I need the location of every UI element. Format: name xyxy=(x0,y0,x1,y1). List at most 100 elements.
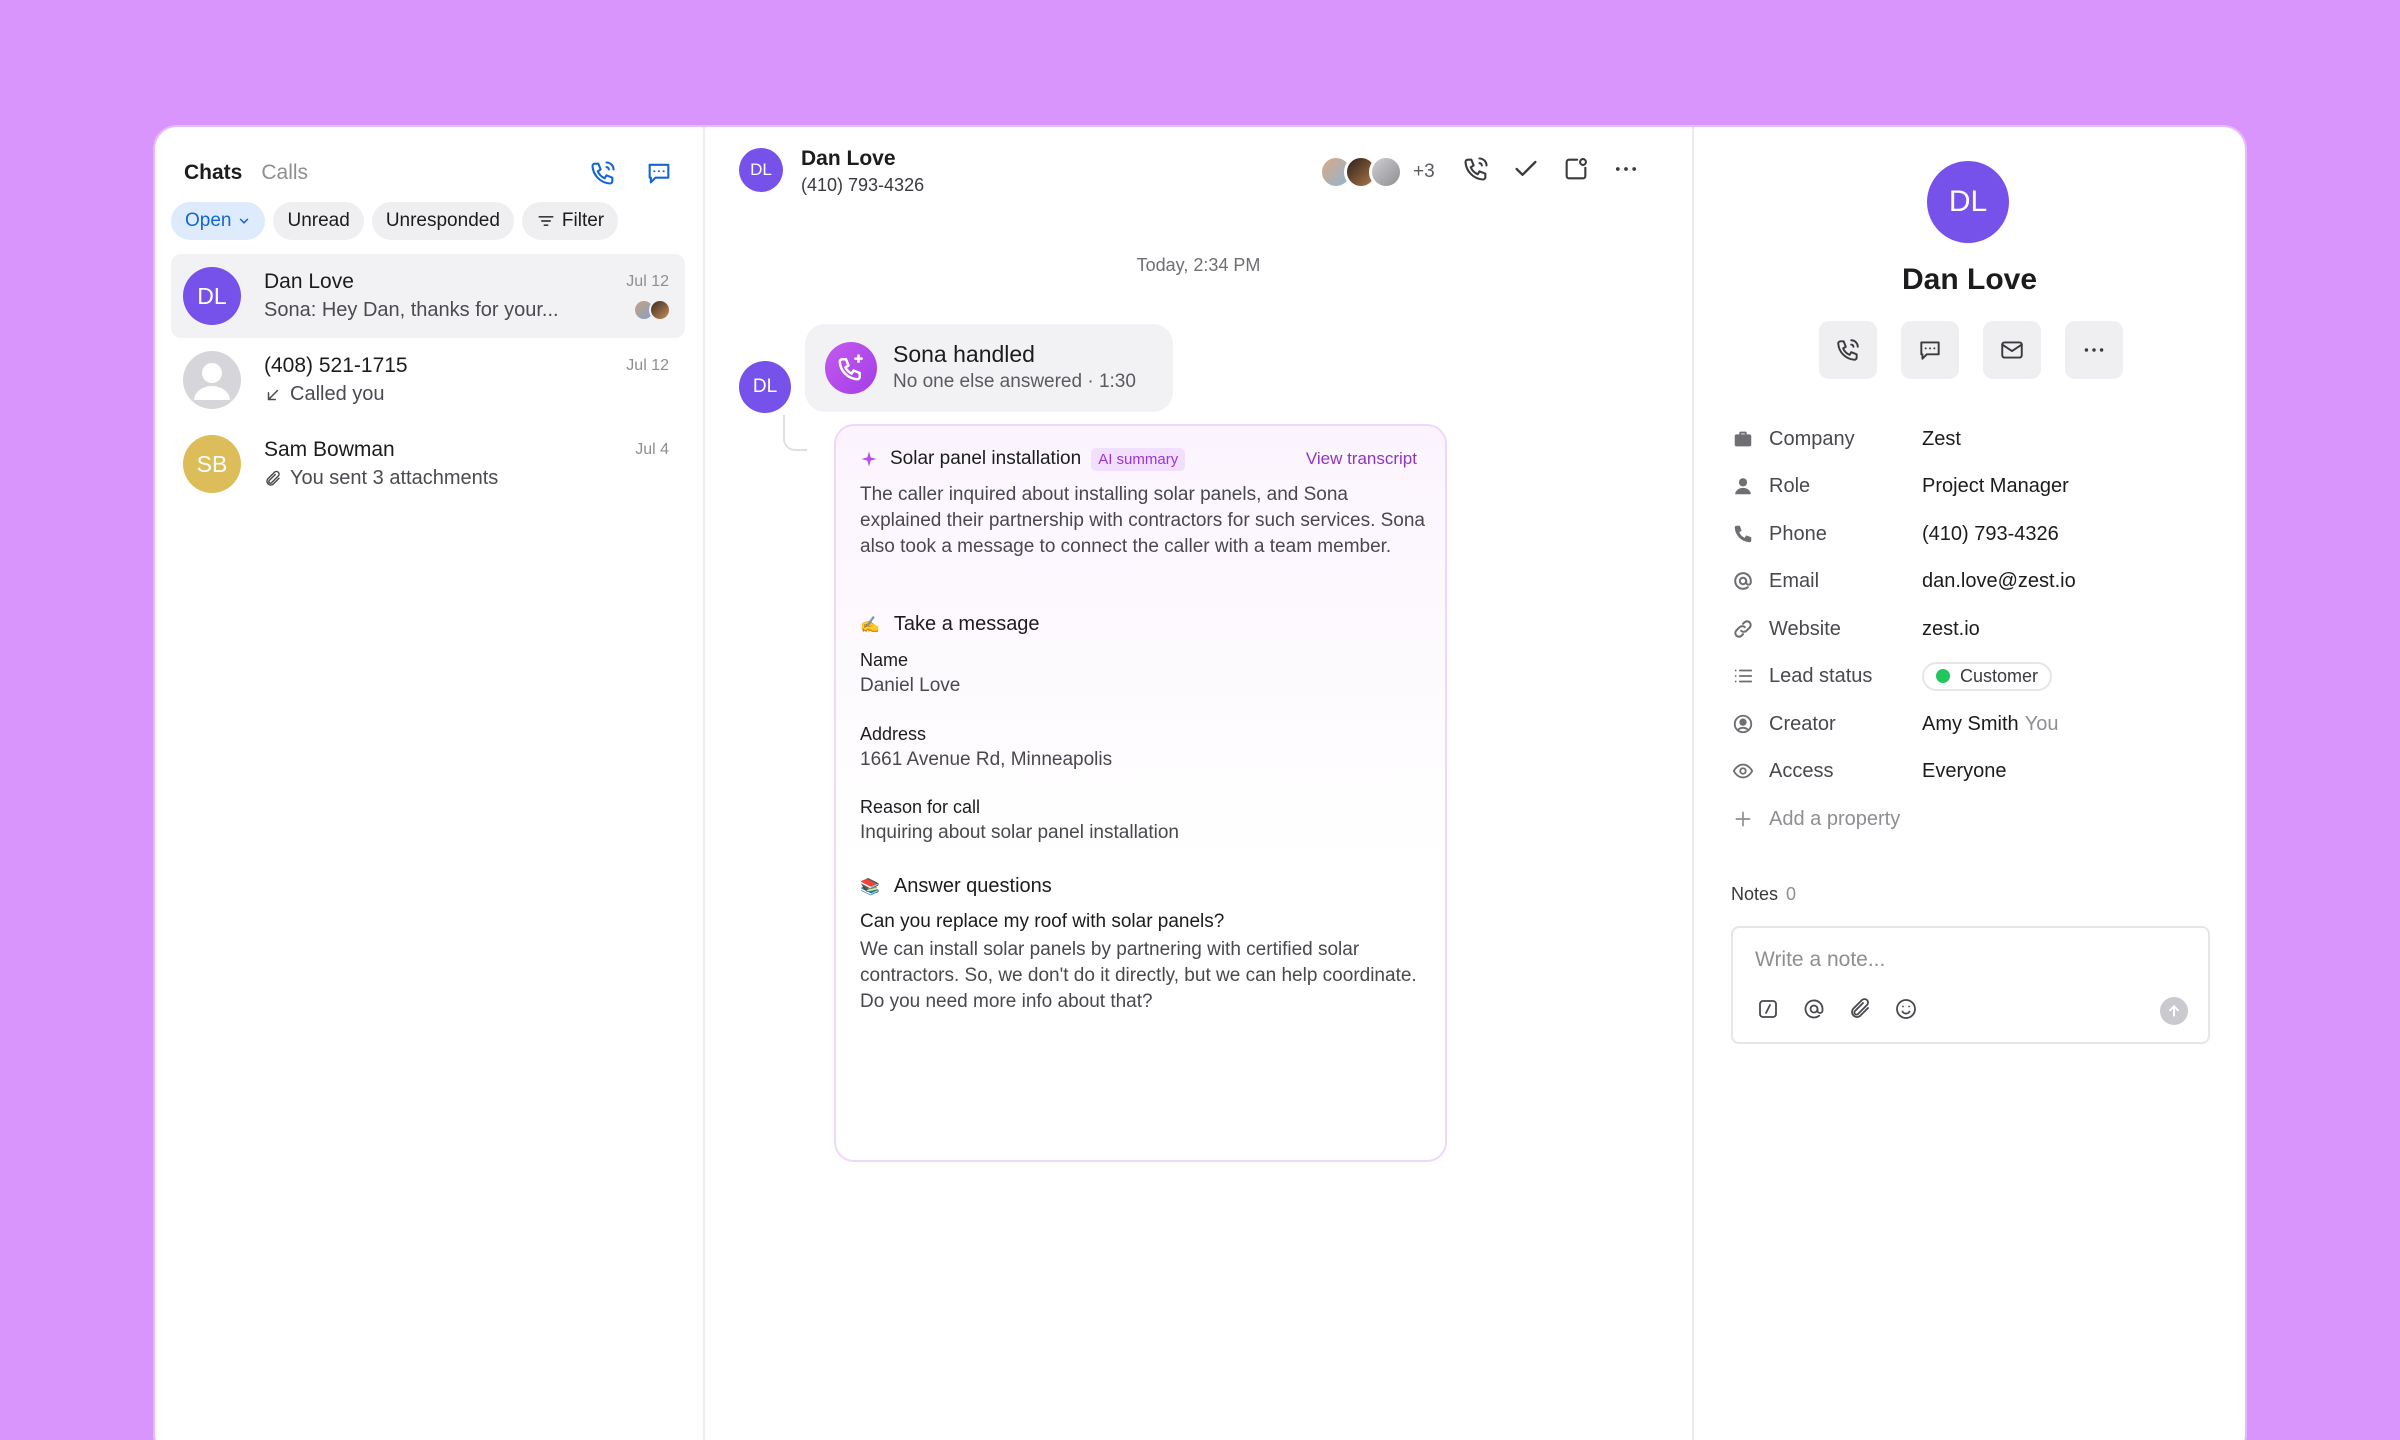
message-timestamp: Today, 2:34 PM xyxy=(1136,255,1261,275)
message-button[interactable] xyxy=(1901,321,1959,379)
phone-icon xyxy=(1731,522,1755,546)
conversation-preview: Called you xyxy=(264,383,385,406)
more-options-icon[interactable] xyxy=(1610,153,1642,185)
tab-calls[interactable]: Calls xyxy=(261,161,308,185)
summary-title: Solar panel installation xyxy=(890,448,1082,469)
conversations-header: Chats Calls xyxy=(184,153,675,193)
chat-contact-name[interactable]: Dan Love xyxy=(801,147,896,171)
slash-command-icon[interactable] xyxy=(1755,996,1781,1022)
summary-header: Solar panel installation AI summary View… xyxy=(860,446,1417,472)
user-circle-icon xyxy=(1731,712,1755,736)
app-window: Chats Calls Open Unread Unresponded Filt… xyxy=(155,127,2245,1440)
handled-subtitle: No one else answered · 1:30 xyxy=(893,371,1136,392)
field-label: Address xyxy=(860,724,927,744)
conversation-item[interactable]: (408) 521-1715 Called you Jul 12 xyxy=(171,338,685,422)
property-value: (410) 793-4326 xyxy=(1922,522,2059,545)
conversation-item[interactable]: SB Sam Bowman You sent 3 attachments Jul… xyxy=(171,422,685,506)
plus-icon xyxy=(1731,807,1755,831)
property-company[interactable]: Company Zest xyxy=(1731,424,2211,454)
property-creator[interactable]: Creator Amy Smith You xyxy=(1731,709,2211,739)
avatar: DL xyxy=(739,361,791,413)
email-button[interactable] xyxy=(1983,321,2041,379)
phone-icon[interactable] xyxy=(587,157,619,189)
property-website[interactable]: Website zest.io xyxy=(1731,614,2211,644)
avatar: DL xyxy=(1927,161,2009,243)
emoji-icon[interactable] xyxy=(1893,996,1919,1022)
person-icon xyxy=(1731,474,1755,498)
add-property-label: Add a property xyxy=(1769,807,1901,830)
sparkle-icon xyxy=(861,451,877,467)
ai-summary-card: Solar panel installation AI summary View… xyxy=(834,424,1447,1162)
note-input[interactable]: Write a note... xyxy=(1755,948,1885,972)
more-button[interactable] xyxy=(2065,321,2123,379)
avatar: SB xyxy=(183,435,241,493)
view-transcript-link[interactable]: View transcript xyxy=(1306,449,1417,469)
at-icon xyxy=(1731,569,1755,593)
participants-stack[interactable]: +3 xyxy=(1319,155,1435,189)
filter-button[interactable]: Filter xyxy=(521,202,619,240)
mention-icon[interactable] xyxy=(1801,996,1827,1022)
participant-avatars xyxy=(633,299,671,321)
note-composer[interactable]: Write a note... xyxy=(1731,926,2210,1044)
arrow-up-icon xyxy=(2169,1005,2179,1017)
call-icon[interactable] xyxy=(1460,153,1492,185)
status-badge[interactable]: Customer xyxy=(1922,661,2053,691)
unresponded-filter[interactable]: Unresponded xyxy=(371,202,514,240)
contact-actions xyxy=(1819,321,2123,379)
note-toolbar xyxy=(1755,996,1919,1022)
eye-icon xyxy=(1731,759,1755,783)
avatar xyxy=(649,299,671,321)
field-value: 1661 Avenue Rd, Minneapolis xyxy=(860,749,1113,770)
conversation-item[interactable]: DL Dan Love Sona: Hey Dan, thanks for yo… xyxy=(171,254,685,338)
checkmark-icon[interactable] xyxy=(1510,153,1542,185)
field-value: Daniel Love xyxy=(860,675,961,696)
notes-heading: Notes 0 xyxy=(1731,884,1796,905)
tab-chats[interactable]: Chats xyxy=(184,161,242,185)
notes-label: Notes xyxy=(1731,884,1779,904)
property-phone[interactable]: Phone (410) 793-4326 xyxy=(1731,519,2211,549)
property-value: Amy Smith xyxy=(1922,712,2019,735)
conversation-preview-text: Called you xyxy=(290,383,385,405)
call-button[interactable] xyxy=(1819,321,1877,379)
take-message-title: Take a message xyxy=(893,613,1040,635)
add-property-button[interactable]: Add a property xyxy=(1731,804,2211,834)
property-role[interactable]: Role Project Manager xyxy=(1731,471,2211,501)
avatar[interactable]: DL xyxy=(739,148,783,192)
chat-header-actions xyxy=(1460,153,1642,185)
status-dot xyxy=(1936,669,1950,683)
contact-panel: DL Dan Love Company Zest Role Project Ma… xyxy=(1694,127,2245,1440)
unread-filter[interactable]: Unread xyxy=(273,202,364,240)
link-icon xyxy=(1731,617,1755,641)
property-access[interactable]: Access Everyone xyxy=(1731,756,2211,786)
paperclip-icon[interactable] xyxy=(1847,996,1873,1022)
open-filter-dropdown[interactable]: Open xyxy=(171,202,266,240)
chat-contact-phone: (410) 793-4326 xyxy=(801,175,925,195)
mail-icon xyxy=(2001,341,2023,359)
ai-call-icon xyxy=(825,342,877,394)
conversation-preview-text: You sent 3 attachments xyxy=(290,467,499,489)
conversation-date: Jul 12 xyxy=(626,357,669,374)
open-filter-label: Open xyxy=(185,210,232,231)
field-value: Inquiring about solar panel installation xyxy=(860,822,1179,843)
phone-icon xyxy=(1837,339,1859,361)
field-label: Name xyxy=(860,650,909,670)
message-icon[interactable] xyxy=(643,157,675,189)
property-value: Everyone xyxy=(1922,759,2007,782)
property-label: Email xyxy=(1769,569,1820,592)
property-value: zest.io xyxy=(1922,617,1980,640)
handled-title: Sona handled xyxy=(893,341,1035,367)
avatar xyxy=(1369,155,1403,189)
send-note-button[interactable] xyxy=(2160,997,2188,1025)
property-lead-status[interactable]: Lead status Customer xyxy=(1731,661,2211,691)
conversation-preview: Sona: Hey Dan, thanks for your... xyxy=(264,299,559,322)
contact-panel-icon[interactable] xyxy=(1560,153,1592,185)
avatar xyxy=(183,351,241,409)
more-participants-count: +3 xyxy=(1413,161,1435,182)
property-email[interactable]: Email dan.love@zest.io xyxy=(1731,566,2211,596)
answer-text: We can install solar panels by partnerin… xyxy=(860,939,1417,1012)
notes-count: 0 xyxy=(1786,884,1797,904)
paperclip-icon xyxy=(266,470,280,486)
call-handled-card[interactable]: Sona handled No one else answered · 1:30 xyxy=(805,324,1173,412)
chat-header: DL Dan Love (410) 793-4326 +3 xyxy=(739,145,1662,201)
take-message-heading: ✍️ Take a message xyxy=(860,613,1040,636)
